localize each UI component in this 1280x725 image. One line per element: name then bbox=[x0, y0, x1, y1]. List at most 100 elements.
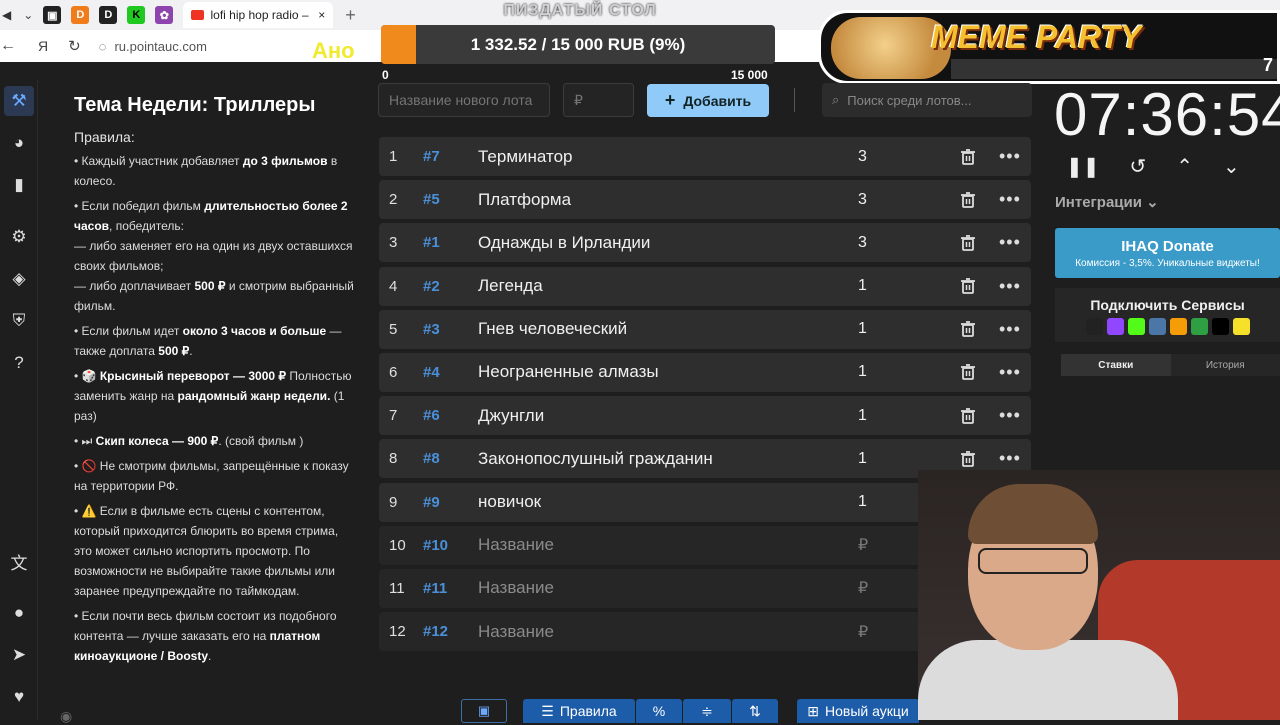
vk-icon[interactable] bbox=[1149, 318, 1166, 335]
settings-icon[interactable]: ⚙ bbox=[4, 222, 34, 252]
lot-amount[interactable]: 1 bbox=[858, 363, 867, 381]
more-options-icon[interactable]: ••• bbox=[999, 319, 1021, 340]
lot-title[interactable]: Название bbox=[478, 578, 554, 598]
trash-icon[interactable] bbox=[959, 407, 977, 425]
more-options-icon[interactable]: ••• bbox=[999, 276, 1021, 297]
link-icon[interactable] bbox=[1191, 318, 1208, 335]
twitch-icon[interactable] bbox=[1107, 318, 1124, 335]
lot-row[interactable]: 3 #1 Однажды в Ирландии 3 ••• bbox=[379, 223, 1031, 262]
layers-icon[interactable]: ◈ bbox=[4, 264, 34, 294]
lot-row[interactable]: 2 #5 Платформа 3 ••• bbox=[379, 180, 1031, 219]
more-options-icon[interactable]: ••• bbox=[999, 146, 1021, 167]
lot-row[interactable]: 1 #7 Терминатор 3 ••• bbox=[379, 137, 1031, 176]
more-options-icon[interactable]: ••• bbox=[999, 405, 1021, 426]
reload-icon[interactable]: ↻ bbox=[68, 37, 81, 55]
wheel-icon[interactable]: ◕ bbox=[4, 128, 34, 158]
lot-title[interactable]: Платформа bbox=[478, 190, 571, 210]
back-icon[interactable]: ← bbox=[0, 37, 16, 55]
bolt-icon[interactable] bbox=[1233, 318, 1250, 335]
telegram-icon[interactable]: ➤ bbox=[4, 640, 34, 670]
lot-title[interactable]: Джунгли bbox=[478, 406, 544, 426]
more-options-icon[interactable]: ••• bbox=[999, 448, 1021, 469]
lot-title[interactable]: Гнев человеческий bbox=[478, 319, 627, 339]
lot-title[interactable]: Название bbox=[478, 622, 554, 642]
trash-icon[interactable] bbox=[959, 277, 977, 295]
rules-button[interactable]: ☰ Правила bbox=[523, 699, 635, 723]
tab-history[interactable]: История bbox=[1171, 354, 1280, 376]
lot-amount[interactable]: ₽ bbox=[858, 535, 868, 555]
shield-icon[interactable]: ⛨ bbox=[4, 306, 34, 336]
split-button[interactable]: ≑ bbox=[683, 699, 731, 723]
github-icon[interactable]: ● bbox=[4, 598, 34, 628]
lot-title[interactable]: Неограненные алмазы bbox=[478, 362, 659, 382]
active-tab[interactable]: lofi hip hop radio – b × bbox=[183, 2, 333, 28]
eye-icon[interactable]: ◉ bbox=[60, 708, 72, 725]
lot-amount[interactable]: 1 bbox=[858, 277, 867, 295]
more-options-icon[interactable]: ••• bbox=[999, 189, 1021, 210]
save-icon-button[interactable]: ▣ bbox=[461, 699, 507, 723]
trash-icon[interactable] bbox=[959, 148, 977, 166]
trash-icon[interactable] bbox=[959, 320, 977, 338]
tab-favicon-4[interactable]: K bbox=[127, 6, 145, 24]
new-lot-amount-input[interactable] bbox=[563, 83, 634, 117]
lot-title[interactable]: новичок bbox=[478, 492, 541, 512]
tab-favicon-1[interactable]: ▣ bbox=[43, 6, 61, 24]
add-lot-button[interactable]: + Добавить bbox=[647, 84, 769, 117]
integrations-toggle[interactable]: Интеграции ⌄ bbox=[1055, 193, 1159, 211]
donate-hand-icon[interactable]: ♥ bbox=[4, 682, 34, 712]
tab-close-icon[interactable]: × bbox=[318, 8, 325, 22]
site-info-icon[interactable]: ◌ bbox=[99, 39, 107, 54]
lot-title[interactable]: Терминатор bbox=[478, 147, 573, 167]
lot-title[interactable]: Законопослушный гражданин bbox=[478, 449, 713, 469]
trash-icon[interactable] bbox=[959, 450, 977, 468]
new-tab-icon[interactable]: + bbox=[345, 5, 356, 26]
lot-amount[interactable]: 1 bbox=[858, 320, 867, 338]
tab-favicon-5[interactable]: ✿ bbox=[155, 6, 173, 24]
trash-icon[interactable] bbox=[959, 191, 977, 209]
tab-favicon-2[interactable]: D bbox=[71, 6, 89, 24]
lot-row[interactable]: 5 #3 Гнев человеческий 1 ••• bbox=[379, 310, 1031, 349]
lot-amount[interactable]: 1 bbox=[858, 493, 867, 511]
tab-bids[interactable]: Ставки bbox=[1061, 354, 1171, 376]
lot-amount[interactable]: 1 bbox=[858, 407, 867, 425]
lot-search-input[interactable]: ⌕ Поиск среди лотов... bbox=[822, 83, 1032, 117]
auction-hammer-icon[interactable]: ⚒ bbox=[4, 86, 34, 116]
trash-icon[interactable] bbox=[959, 363, 977, 381]
more-options-icon[interactable]: ••• bbox=[999, 232, 1021, 253]
lot-amount[interactable]: ₽ bbox=[858, 622, 868, 642]
percent-button[interactable]: % bbox=[636, 699, 682, 723]
x-icon[interactable] bbox=[1212, 318, 1229, 335]
lot-title[interactable]: Однажды в Ирландии bbox=[478, 233, 650, 253]
chevron-down-icon[interactable]: ⌄ bbox=[1223, 154, 1240, 179]
translate-icon[interactable]: 文 bbox=[4, 546, 34, 576]
tab-favicon-3[interactable]: D bbox=[99, 6, 117, 24]
yandex-icon[interactable]: Я bbox=[38, 38, 48, 54]
chevron-up-icon[interactable]: ⌃ bbox=[1176, 154, 1193, 179]
new-auction-button[interactable]: ⊞ Новый аукци bbox=[797, 699, 919, 723]
pause-icon[interactable]: ❚❚ bbox=[1066, 154, 1100, 179]
new-lot-name-input[interactable] bbox=[378, 83, 550, 117]
donationhub-icon[interactable] bbox=[1086, 318, 1103, 335]
lot-amount[interactable]: 3 bbox=[858, 148, 867, 166]
help-icon[interactable]: ? bbox=[4, 348, 34, 378]
lot-amount[interactable]: 1 bbox=[858, 450, 867, 468]
kick-icon[interactable] bbox=[1128, 318, 1145, 335]
url-field[interactable]: ru.pointauc.com bbox=[114, 39, 207, 54]
lot-row[interactable]: 6 #4 Неограненные алмазы 1 ••• bbox=[379, 353, 1031, 392]
donationalerts-icon[interactable] bbox=[1170, 318, 1187, 335]
donate-service-card[interactable]: IHAQ Donate Комиссия - 3,5%. Уникальные … bbox=[1055, 228, 1280, 278]
trash-icon[interactable] bbox=[959, 234, 977, 252]
lot-row[interactable]: 7 #6 Джунгли 1 ••• bbox=[379, 396, 1031, 435]
lot-title[interactable]: Легенда bbox=[478, 276, 543, 296]
reset-icon[interactable]: ↺ bbox=[1130, 154, 1147, 179]
more-options-icon[interactable]: ••• bbox=[999, 362, 1021, 383]
tab-list-chevron-icon[interactable]: ⌄ bbox=[23, 8, 33, 22]
lot-amount[interactable]: 3 bbox=[858, 234, 867, 252]
stats-icon[interactable]: ▮ bbox=[4, 170, 34, 200]
lot-amount[interactable]: 3 bbox=[858, 191, 867, 209]
lot-amount[interactable]: ₽ bbox=[858, 578, 868, 598]
lot-title[interactable]: Название bbox=[478, 535, 554, 555]
media-icon[interactable]: ◀ bbox=[2, 8, 11, 22]
sort-button[interactable]: ⇅ bbox=[732, 699, 778, 723]
lot-row[interactable]: 4 #2 Легенда 1 ••• bbox=[379, 267, 1031, 306]
